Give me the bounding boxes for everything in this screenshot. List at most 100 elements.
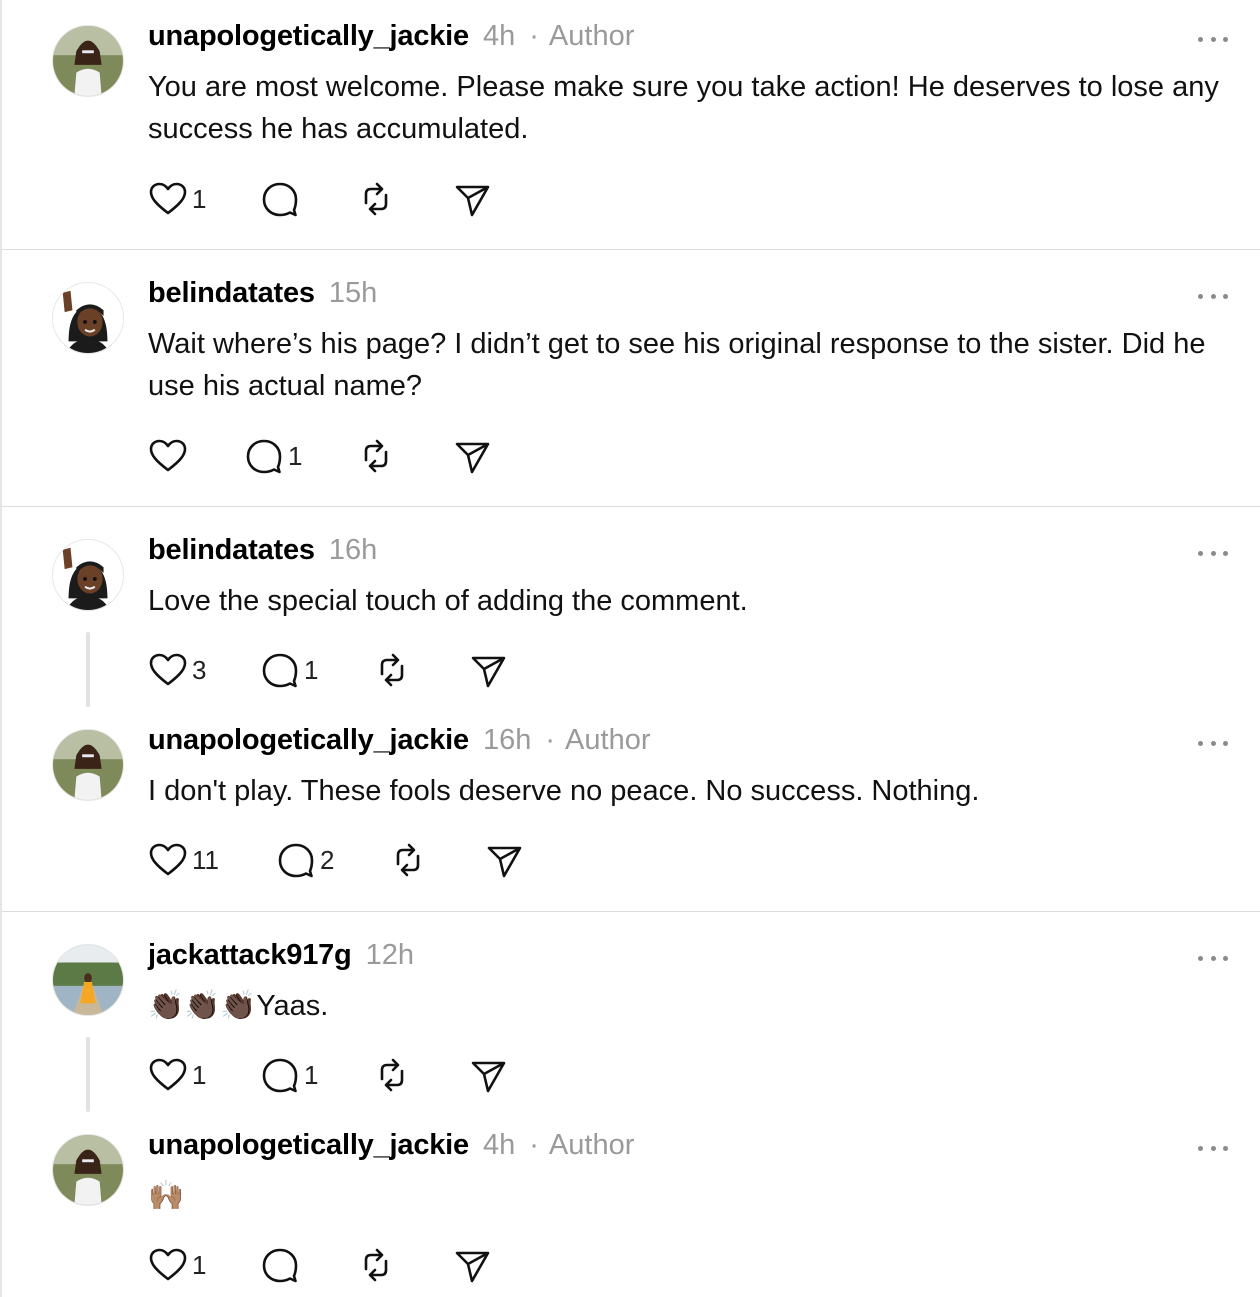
like-button[interactable]: 3 — [148, 650, 206, 690]
author-badge: · Author — [545, 724, 650, 757]
like-count: 1 — [192, 1059, 207, 1090]
author-badge: · Author — [529, 20, 634, 53]
repost-icon — [380, 653, 404, 687]
username[interactable]: belindatates — [148, 534, 315, 567]
username[interactable]: belindatates — [148, 277, 315, 310]
avatar[interactable] — [52, 25, 124, 97]
more-options-icon[interactable] — [1198, 733, 1228, 753]
comment-bubble-icon — [262, 1058, 298, 1093]
share-button[interactable] — [484, 840, 524, 880]
post-text: You are most welcome. Please make sure y… — [148, 71, 1219, 145]
repost-icon — [364, 439, 388, 473]
avatar[interactable] — [52, 539, 124, 611]
heart-icon — [149, 653, 187, 686]
like-button[interactable]: 1 — [148, 1055, 206, 1095]
comment-bubble-icon — [262, 653, 298, 688]
memoji-avatar-icon — [53, 283, 123, 353]
post-time: 12h — [365, 939, 414, 971]
memoji-avatar-icon — [53, 540, 123, 610]
comment-bubble-icon — [262, 1248, 298, 1283]
reply-count: 1 — [304, 654, 319, 685]
like-button[interactable]: 11 — [148, 840, 219, 880]
comment-bubble-icon — [246, 439, 282, 474]
avatar-photo-icon — [53, 1135, 123, 1205]
send-icon — [455, 442, 490, 474]
reply-button[interactable]: 1 — [244, 436, 302, 476]
heart-icon — [149, 843, 187, 876]
author-badge: · Author — [529, 1129, 634, 1162]
avatar-photo-icon — [53, 730, 123, 800]
more-options-icon[interactable] — [1198, 286, 1228, 306]
like-button[interactable]: 1 — [148, 1245, 206, 1285]
reply-button[interactable]: 1 — [260, 1055, 318, 1095]
share-button[interactable] — [468, 650, 508, 690]
repost-button[interactable] — [356, 1245, 396, 1285]
send-icon — [471, 656, 506, 688]
repost-icon — [364, 1248, 388, 1282]
avatar-photo-icon — [53, 945, 123, 1015]
repost-button[interactable] — [356, 179, 396, 219]
post-time: 4h — [482, 1129, 516, 1161]
repost-button[interactable] — [372, 1055, 412, 1095]
share-button[interactable] — [452, 179, 492, 219]
username[interactable]: unapologetically_jackie — [148, 20, 469, 53]
username[interactable]: unapologetically_jackie — [148, 724, 469, 757]
comment-bubble-icon — [278, 843, 314, 878]
post-text: Wait where’s his page? I didn’t get to s… — [148, 328, 1206, 402]
post-time: 15h — [328, 277, 378, 309]
author-label: Author — [548, 1129, 635, 1161]
send-icon — [455, 185, 490, 217]
avatar[interactable] — [52, 1134, 124, 1206]
post-divider — [2, 249, 1260, 250]
repost-icon — [396, 843, 420, 877]
like-count: 1 — [192, 183, 207, 214]
post-time: 4h — [482, 20, 516, 52]
author-separator: · — [529, 1129, 539, 1161]
reply-count: 2 — [320, 844, 335, 875]
send-icon — [487, 846, 522, 878]
repost-icon — [364, 182, 388, 216]
post-time: 16h — [328, 534, 378, 566]
more-options-icon[interactable] — [1198, 948, 1228, 968]
post-text: 👏🏿👏🏿👏🏿Yaas. — [148, 990, 329, 1022]
reply-button[interactable]: 2 — [276, 840, 334, 880]
heart-icon — [149, 182, 187, 215]
thread-connector-line — [86, 1037, 90, 1112]
author-separator: · — [545, 724, 556, 756]
avatar[interactable] — [52, 282, 124, 354]
repost-icon — [380, 1058, 404, 1092]
share-button[interactable] — [452, 1245, 492, 1285]
heart-icon — [149, 439, 187, 472]
reply-button[interactable]: 1 — [260, 650, 318, 690]
like-count: 1 — [192, 1249, 207, 1280]
heart-icon — [149, 1248, 187, 1281]
repost-button[interactable] — [388, 840, 428, 880]
author-label: Author — [548, 20, 635, 52]
avatar[interactable] — [52, 729, 124, 801]
more-options-icon[interactable] — [1198, 543, 1228, 563]
author-separator: · — [529, 20, 539, 52]
post-divider — [2, 506, 1260, 507]
reply-count: 1 — [288, 440, 303, 471]
avatar[interactable] — [52, 944, 124, 1016]
repost-button[interactable] — [356, 436, 396, 476]
comment-bubble-icon — [262, 182, 298, 217]
heart-icon — [149, 1058, 187, 1091]
reply-button[interactable] — [260, 179, 304, 219]
like-button[interactable]: 1 — [148, 179, 206, 219]
username[interactable]: unapologetically_jackie — [148, 1129, 469, 1162]
repost-button[interactable] — [372, 650, 412, 690]
share-button[interactable] — [468, 1055, 508, 1095]
avatar-photo-icon — [53, 26, 123, 96]
reply-button[interactable] — [260, 1245, 304, 1285]
like-button[interactable] — [148, 436, 192, 476]
more-options-icon[interactable] — [1198, 29, 1228, 49]
author-label: Author — [565, 724, 651, 756]
post-text: 🙌🏽 — [148, 1180, 185, 1212]
post-text: I don't play. These fools deserve no pea… — [148, 775, 980, 807]
post-text: Love the special touch of adding the com… — [148, 585, 748, 617]
reply-count: 1 — [304, 1059, 319, 1090]
share-button[interactable] — [452, 436, 492, 476]
username[interactable]: jackattack917g — [148, 939, 352, 972]
more-options-icon[interactable] — [1198, 1138, 1228, 1158]
